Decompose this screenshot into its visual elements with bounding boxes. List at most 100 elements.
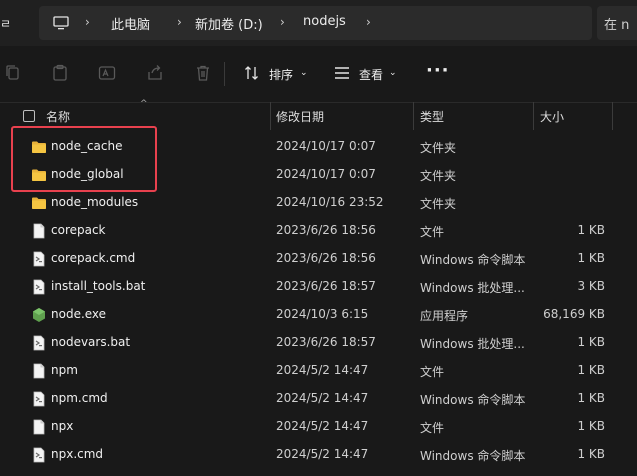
file-size: 1 KB <box>577 391 605 405</box>
file-name[interactable]: node.exe <box>51 307 106 321</box>
file-type: Windows 命令脚本 <box>420 253 526 267</box>
file-name[interactable]: npx <box>51 419 73 433</box>
file-type: 文件 <box>420 421 445 435</box>
file-modified-date: 2024/5/2 14:47 <box>276 391 369 405</box>
column-divider[interactable] <box>612 102 613 130</box>
breadcrumb-this-pc[interactable]: 此电脑 <box>111 14 150 33</box>
file-row[interactable]: npm 2024/5/2 14:47 文件 1 KB <box>0 357 637 385</box>
column-divider[interactable] <box>413 102 414 130</box>
chevron-right-icon[interactable]: › <box>366 15 371 29</box>
address-bar-area: ㄹ › 此电脑 › 新加卷 (D:) › nodejs › 在 n <box>0 0 637 46</box>
more-options-icon[interactable]: ··· <box>426 60 450 81</box>
file-size: 1 KB <box>577 363 605 377</box>
file-name[interactable]: install_tools.bat <box>51 279 145 293</box>
file-modified-date: 2024/10/17 0:07 <box>276 139 376 153</box>
file-name[interactable]: nodevars.bat <box>51 335 130 349</box>
sort-arrows-icon <box>245 66 258 80</box>
file-type: Windows 批处理... <box>420 281 525 295</box>
sort-button[interactable]: 排序 ⌄ <box>244 63 314 85</box>
file-type: 应用程序 <box>420 309 469 323</box>
file-row[interactable]: npm.cmd 2024/5/2 14:47 Windows 命令脚本 1 KB <box>0 385 637 413</box>
file-modified-date: 2023/6/26 18:56 <box>276 251 376 265</box>
command-toolbar: 排序 ⌄ 查看 ⌄ ··· <box>0 46 637 103</box>
column-divider[interactable] <box>533 102 534 130</box>
search-input[interactable]: 在 n <box>597 6 637 40</box>
paste-icon[interactable] <box>51 64 69 82</box>
file-size: 1 KB <box>577 223 605 237</box>
column-divider[interactable] <box>270 102 271 130</box>
column-date[interactable]: 修改日期 <box>276 108 324 125</box>
file-row[interactable]: npx.cmd 2024/5/2 14:47 Windows 命令脚本 1 KB <box>0 441 637 469</box>
file-size: 1 KB <box>577 447 605 461</box>
view-label: 查看 <box>359 68 384 82</box>
chevron-right-icon[interactable]: › <box>280 15 285 29</box>
column-name[interactable]: 名称 <box>46 108 70 125</box>
file-row[interactable]: install_tools.bat 2023/6/26 18:57 Windows … <box>0 273 637 301</box>
computer-icon <box>53 16 69 30</box>
file-row[interactable]: nodevars.bat 2023/6/26 18:57 Windows 批处理..… <box>0 329 637 357</box>
rename-icon[interactable] <box>98 64 116 82</box>
column-size[interactable]: 大小 <box>540 108 564 125</box>
view-button[interactable]: 查看 ⌄ <box>334 63 404 85</box>
folder-icon <box>31 167 47 183</box>
column-type[interactable]: 类型 <box>420 108 444 125</box>
file-icon <box>31 363 47 379</box>
file-modified-date: 2024/5/2 14:47 <box>276 419 369 433</box>
file-name[interactable]: npm <box>51 363 78 377</box>
sort-ascending-icon: ^ <box>140 99 148 109</box>
file-modified-date: 2024/5/2 14:47 <box>276 447 369 461</box>
file-row[interactable]: node_modules 2024/10/16 23:52 文件夹 <box>0 189 637 217</box>
file-type: 文件夹 <box>420 141 457 155</box>
copy-icon[interactable] <box>4 64 22 82</box>
file-type: Windows 命令脚本 <box>420 393 526 407</box>
file-row[interactable]: node_global 2024/10/17 0:07 文件夹 <box>0 161 637 189</box>
file-modified-date: 2024/5/2 14:47 <box>276 363 369 377</box>
script-file-icon <box>31 391 47 407</box>
chevron-right-icon[interactable]: › <box>85 15 90 29</box>
file-type: 文件夹 <box>420 169 457 183</box>
chevron-right-icon[interactable]: › <box>177 15 182 29</box>
file-row[interactable]: corepack 2023/6/26 18:56 文件 1 KB <box>0 217 637 245</box>
breadcrumb-nodejs[interactable]: nodejs <box>303 14 346 29</box>
share-icon[interactable] <box>146 64 164 82</box>
file-row[interactable]: npx 2024/5/2 14:47 文件 1 KB <box>0 413 637 441</box>
file-modified-date: 2023/6/26 18:56 <box>276 223 376 237</box>
file-modified-date: 2024/10/3 6:15 <box>276 307 369 321</box>
file-size: 3 KB <box>577 279 605 293</box>
file-type: 文件 <box>420 225 445 239</box>
back-nav-stub[interactable]: ㄹ <box>0 6 18 40</box>
file-name[interactable]: node_global <box>51 167 124 181</box>
script-file-icon <box>31 279 47 295</box>
file-row[interactable]: corepack.cmd 2023/6/26 18:56 Windows 命令脚本 1… <box>0 245 637 273</box>
file-size: 68,169 KB <box>543 307 605 321</box>
file-modified-date: 2024/10/16 23:52 <box>276 195 384 209</box>
toolbar-divider <box>224 62 225 86</box>
file-name[interactable]: node_cache <box>51 139 122 153</box>
delete-icon[interactable] <box>194 64 212 82</box>
file-row[interactable]: node.exe 2024/10/3 6:15 应用程序 68,169 KB <box>0 301 637 329</box>
file-icon <box>31 419 47 435</box>
column-header: ^ 名称 修改日期 类型 大小 <box>0 99 637 130</box>
breadcrumb-drive-d[interactable]: 新加卷 (D:) <box>195 14 263 33</box>
file-name[interactable]: npx.cmd <box>51 447 103 461</box>
file-row[interactable]: node_cache 2024/10/17 0:07 文件夹 <box>0 133 637 161</box>
breadcrumb[interactable]: › 此电脑 › 新加卷 (D:) › nodejs › <box>39 6 592 40</box>
chevron-down-icon: ⌄ <box>389 68 397 78</box>
file-size: 1 KB <box>577 251 605 265</box>
file-icon <box>31 223 47 239</box>
file-name[interactable]: node_modules <box>51 195 138 209</box>
nodejs-icon <box>31 307 47 323</box>
script-file-icon <box>31 447 47 463</box>
left-edge-fragment: ㄹ <box>0 17 12 31</box>
sort-label: 排序 <box>269 68 294 82</box>
file-modified-date: 2024/10/17 0:07 <box>276 167 376 181</box>
file-name[interactable]: corepack.cmd <box>51 251 135 265</box>
file-name[interactable]: corepack <box>51 223 106 237</box>
file-type: Windows 命令脚本 <box>420 449 526 463</box>
file-modified-date: 2023/6/26 18:57 <box>276 279 376 293</box>
folder-icon <box>31 139 47 155</box>
script-file-icon <box>31 251 47 267</box>
chevron-down-icon: ⌄ <box>300 68 308 78</box>
file-name[interactable]: npm.cmd <box>51 391 108 405</box>
select-all-checkbox[interactable] <box>23 110 35 122</box>
